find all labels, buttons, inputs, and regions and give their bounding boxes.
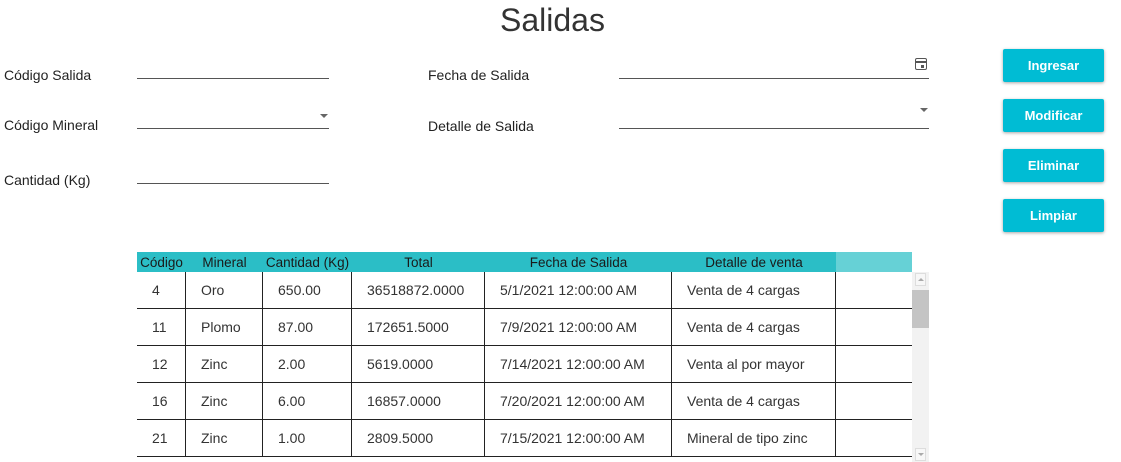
column-header-mineral[interactable]: Mineral — [186, 252, 263, 272]
page-title: Salidas — [500, 2, 605, 38]
cell-fecha[interactable]: 7/15/2021 12:00:00 AM — [485, 420, 672, 456]
cell-mineral[interactable]: Zinc — [186, 420, 263, 456]
table-row[interactable]: 11 Plomo 87.00 172651.5000 7/9/2021 12:0… — [137, 309, 912, 346]
table-row[interactable]: 16 Zinc 6.00 16857.0000 7/20/2021 12:00:… — [137, 383, 912, 420]
column-header-total[interactable]: Total — [352, 252, 485, 272]
fecha-salida-label: Fecha de Salida — [428, 67, 530, 83]
table-row[interactable]: 4 Oro 650.00 36518872.0000 5/1/2021 12:0… — [137, 272, 912, 309]
cell-cantidad[interactable]: 1.00 — [263, 420, 352, 456]
scrollbar-thumb[interactable] — [912, 290, 929, 328]
modificar-button[interactable]: Modificar — [1003, 99, 1104, 132]
chevron-down-icon[interactable] — [320, 114, 328, 118]
cell-total[interactable]: 16857.0000 — [352, 383, 485, 419]
cell-mineral[interactable]: Oro — [186, 272, 263, 308]
scroll-down-icon[interactable] — [915, 448, 926, 461]
cantidad-label: Cantidad (Kg) — [4, 172, 91, 188]
cell-codigo[interactable]: 11 — [137, 309, 186, 345]
cell-filler — [836, 346, 912, 382]
fecha-salida-picker[interactable] — [619, 57, 929, 79]
cell-total[interactable]: 2809.5000 — [352, 420, 485, 456]
cell-filler — [836, 272, 912, 308]
cell-total[interactable]: 36518872.0000 — [352, 272, 485, 308]
cell-cantidad[interactable]: 2.00 — [263, 346, 352, 382]
grid-header: Código Mineral Cantidad (Kg) Total Fecha… — [137, 252, 912, 272]
cell-total[interactable]: 172651.5000 — [352, 309, 485, 345]
column-header-cantidad[interactable]: Cantidad (Kg) — [263, 252, 352, 272]
cell-cantidad[interactable]: 650.00 — [263, 272, 352, 308]
cell-detalle[interactable]: Venta de 4 cargas — [672, 309, 836, 345]
cell-fecha[interactable]: 7/14/2021 12:00:00 AM — [485, 346, 672, 382]
cell-total[interactable]: 5619.0000 — [352, 346, 485, 382]
cell-fecha[interactable]: 5/1/2021 12:00:00 AM — [485, 272, 672, 308]
calendar-icon[interactable] — [915, 58, 927, 70]
codigo-mineral-select[interactable] — [137, 107, 329, 129]
cell-codigo[interactable]: 16 — [137, 383, 186, 419]
codigo-salida-input[interactable] — [137, 57, 329, 78]
cell-fecha[interactable]: 7/9/2021 12:00:00 AM — [485, 309, 672, 345]
codigo-salida-label: Código Salida — [4, 67, 92, 83]
column-header-codigo[interactable]: Código — [137, 252, 186, 272]
salidas-grid[interactable]: Código Mineral Cantidad (Kg) Total Fecha… — [137, 252, 929, 462]
cantidad-input[interactable] — [137, 162, 329, 183]
cell-filler — [836, 383, 912, 419]
cell-mineral[interactable]: Zinc — [186, 346, 263, 382]
cell-detalle[interactable]: Venta de 4 cargas — [672, 272, 836, 308]
detalle-salida-label: Detalle de Salida — [428, 118, 534, 134]
cell-filler — [836, 309, 912, 345]
cell-codigo[interactable]: 12 — [137, 346, 186, 382]
cantidad-field[interactable] — [137, 162, 329, 184]
scroll-up-icon[interactable] — [915, 273, 926, 286]
cell-detalle[interactable]: Venta de 4 cargas — [672, 383, 836, 419]
ingresar-button[interactable]: Ingresar — [1003, 49, 1104, 82]
column-header-detalle[interactable]: Detalle de venta — [672, 252, 836, 272]
codigo-salida-field[interactable] — [137, 57, 329, 79]
column-header-fecha[interactable]: Fecha de Salida — [485, 252, 672, 272]
table-row[interactable]: 21 Zinc 1.00 2809.5000 7/15/2021 12:00:0… — [137, 420, 912, 457]
cell-detalle[interactable]: Mineral de tipo zinc — [672, 420, 836, 456]
detalle-salida-select[interactable] — [619, 107, 929, 129]
cell-codigo[interactable]: 21 — [137, 420, 186, 456]
table-row[interactable]: 12 Zinc 2.00 5619.0000 7/14/2021 12:00:0… — [137, 346, 912, 383]
grid-body: 4 Oro 650.00 36518872.0000 5/1/2021 12:0… — [137, 272, 912, 457]
eliminar-button[interactable]: Eliminar — [1003, 149, 1104, 182]
cell-cantidad[interactable]: 6.00 — [263, 383, 352, 419]
cell-detalle[interactable]: Venta al por mayor — [672, 346, 836, 382]
cell-mineral[interactable]: Plomo — [186, 309, 263, 345]
cell-mineral[interactable]: Zinc — [186, 383, 263, 419]
cell-cantidad[interactable]: 87.00 — [263, 309, 352, 345]
limpiar-button[interactable]: Limpiar — [1003, 199, 1104, 232]
cell-filler — [836, 420, 912, 456]
column-header-filler — [836, 252, 912, 272]
grid-vertical-scrollbar[interactable] — [912, 272, 929, 462]
cell-fecha[interactable]: 7/20/2021 12:00:00 AM — [485, 383, 672, 419]
chevron-down-icon[interactable] — [920, 108, 928, 112]
codigo-mineral-label: Código Mineral — [4, 117, 99, 133]
cell-codigo[interactable]: 4 — [137, 272, 186, 308]
